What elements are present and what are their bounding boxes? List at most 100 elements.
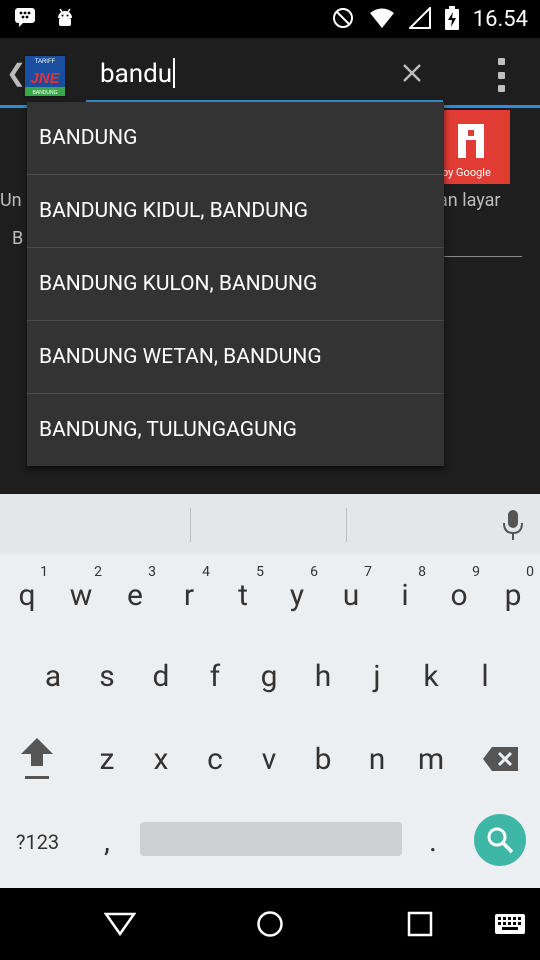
battery-charging-icon	[444, 6, 459, 34]
key-label: f	[209, 658, 221, 694]
suggestion-label: BANDUNG KIDUL, BANDUNG	[39, 199, 309, 223]
navigation-bar	[0, 888, 540, 960]
status-time: 16.54	[472, 7, 528, 32]
key-m[interactable]: m	[404, 722, 458, 796]
overflow-menu-icon[interactable]	[498, 58, 508, 92]
key-label: l	[481, 658, 489, 694]
key-label: k	[423, 658, 439, 694]
key-j[interactable]: j	[350, 639, 404, 713]
key-label: ,	[104, 823, 110, 859]
suggestion-label: BANDUNG WETAN, BANDUNG	[39, 345, 322, 369]
period-key[interactable]: .	[406, 804, 460, 878]
background-text: B	[12, 228, 24, 249]
home-circle-icon[interactable]	[256, 910, 284, 942]
key-n[interactable]: n	[350, 722, 404, 796]
key-u[interactable]: 7u	[324, 558, 378, 632]
key-v[interactable]: v	[242, 722, 296, 796]
key-i[interactable]: 8i	[378, 558, 432, 632]
key-label: z	[99, 741, 115, 777]
key-c[interactable]: c	[188, 722, 242, 796]
key-y[interactable]: 6y	[270, 558, 324, 632]
key-label: y	[289, 577, 305, 613]
ad-caption: by Google	[442, 166, 491, 179]
suggestion-item[interactable]: BANDUNG KULON, BANDUNG	[27, 248, 444, 321]
key-label: n	[368, 741, 386, 777]
backspace-key[interactable]	[474, 722, 528, 796]
key-hint: 8	[418, 564, 426, 580]
status-bar: 16.54	[0, 0, 540, 38]
key-w[interactable]: 2w	[54, 558, 108, 632]
key-h[interactable]: h	[296, 639, 350, 713]
autocomplete-dropdown: BANDUNG BANDUNG KIDUL, BANDUNG BANDUNG K…	[27, 102, 444, 466]
search-key[interactable]	[474, 814, 526, 866]
key-label: x	[153, 741, 169, 777]
key-z[interactable]: z	[80, 722, 134, 796]
soft-keyboard: 1q 2w 3e 4r 5t 6y 7u 8i 9o 0p a s d f g …	[0, 494, 540, 888]
key-l[interactable]: l	[458, 639, 512, 713]
key-label: u	[342, 577, 360, 613]
key-o[interactable]: 9o	[432, 558, 486, 632]
key-b[interactable]: b	[296, 722, 350, 796]
shift-icon	[21, 738, 53, 779]
microphone-icon[interactable]	[502, 510, 524, 546]
background-field-underline	[444, 256, 522, 257]
key-e[interactable]: 3e	[108, 558, 162, 632]
key-label: w	[69, 577, 93, 613]
search-input[interactable]: bandu	[86, 46, 443, 102]
key-label: j	[373, 658, 381, 694]
logo-text-top: TARIFF	[35, 59, 56, 65]
keyboard-icon[interactable]	[494, 912, 526, 940]
key-label: o	[450, 577, 468, 613]
recents-square-icon[interactable]	[407, 911, 433, 941]
key-q[interactable]: 1q	[0, 558, 54, 632]
key-label: t	[238, 577, 248, 613]
key-hint: 4	[202, 564, 210, 580]
key-f[interactable]: f	[188, 639, 242, 713]
signal-icon	[407, 5, 431, 33]
android-icon	[54, 6, 76, 32]
suggestion-item[interactable]: BANDUNG KIDUL, BANDUNG	[27, 175, 444, 248]
key-s[interactable]: s	[80, 639, 134, 713]
key-label: q	[18, 577, 36, 613]
shift-key[interactable]	[10, 722, 64, 796]
key-label: d	[152, 658, 170, 694]
search-input-value[interactable]: bandu	[100, 59, 172, 89]
suggestion-item[interactable]: BANDUNG, TULUNGAGUNG	[27, 394, 444, 466]
suggestion-label: BANDUNG, TULUNGAGUNG	[39, 418, 297, 442]
background-text: Un	[0, 190, 22, 211]
space-key[interactable]	[140, 822, 402, 856]
key-r[interactable]: 4r	[162, 558, 216, 632]
key-label: .	[429, 823, 437, 859]
key-label: c	[207, 741, 223, 777]
comma-key[interactable]: ,	[80, 804, 134, 878]
back-triangle-icon[interactable]	[103, 912, 137, 940]
suggestion-divider	[190, 508, 191, 542]
key-hint: 0	[526, 564, 534, 580]
key-g[interactable]: g	[242, 639, 296, 713]
suggestion-label: BANDUNG KULON, BANDUNG	[39, 272, 318, 296]
logo-text-bottom: BANDUNG	[32, 90, 57, 96]
action-bar: ❮ TARIFF JNE BANDUNG bandu	[0, 38, 540, 108]
key-hint: 2	[94, 564, 102, 580]
search-icon	[487, 827, 514, 854]
key-label: g	[260, 658, 278, 694]
suggestion-item[interactable]: BANDUNG WETAN, BANDUNG	[27, 321, 444, 394]
suggestion-item[interactable]: BANDUNG	[27, 102, 444, 175]
text-cursor	[173, 58, 176, 88]
key-k[interactable]: k	[404, 639, 458, 713]
key-a[interactable]: a	[26, 639, 80, 713]
app-logo[interactable]: TARIFF JNE BANDUNG	[23, 54, 67, 98]
symbols-key[interactable]: ?123	[16, 830, 59, 854]
key-label: s	[99, 658, 115, 694]
key-x[interactable]: x	[134, 722, 188, 796]
key-t[interactable]: 5t	[216, 558, 270, 632]
key-p[interactable]: 0p	[486, 558, 540, 632]
key-d[interactable]: d	[134, 639, 188, 713]
suggestion-divider	[346, 508, 347, 542]
key-label: e	[127, 577, 143, 613]
key-label: r	[183, 577, 195, 613]
keyboard-suggestion-strip	[0, 494, 540, 554]
close-icon[interactable]	[399, 60, 425, 86]
key-label: h	[314, 658, 332, 694]
wifi-icon	[369, 7, 395, 33]
